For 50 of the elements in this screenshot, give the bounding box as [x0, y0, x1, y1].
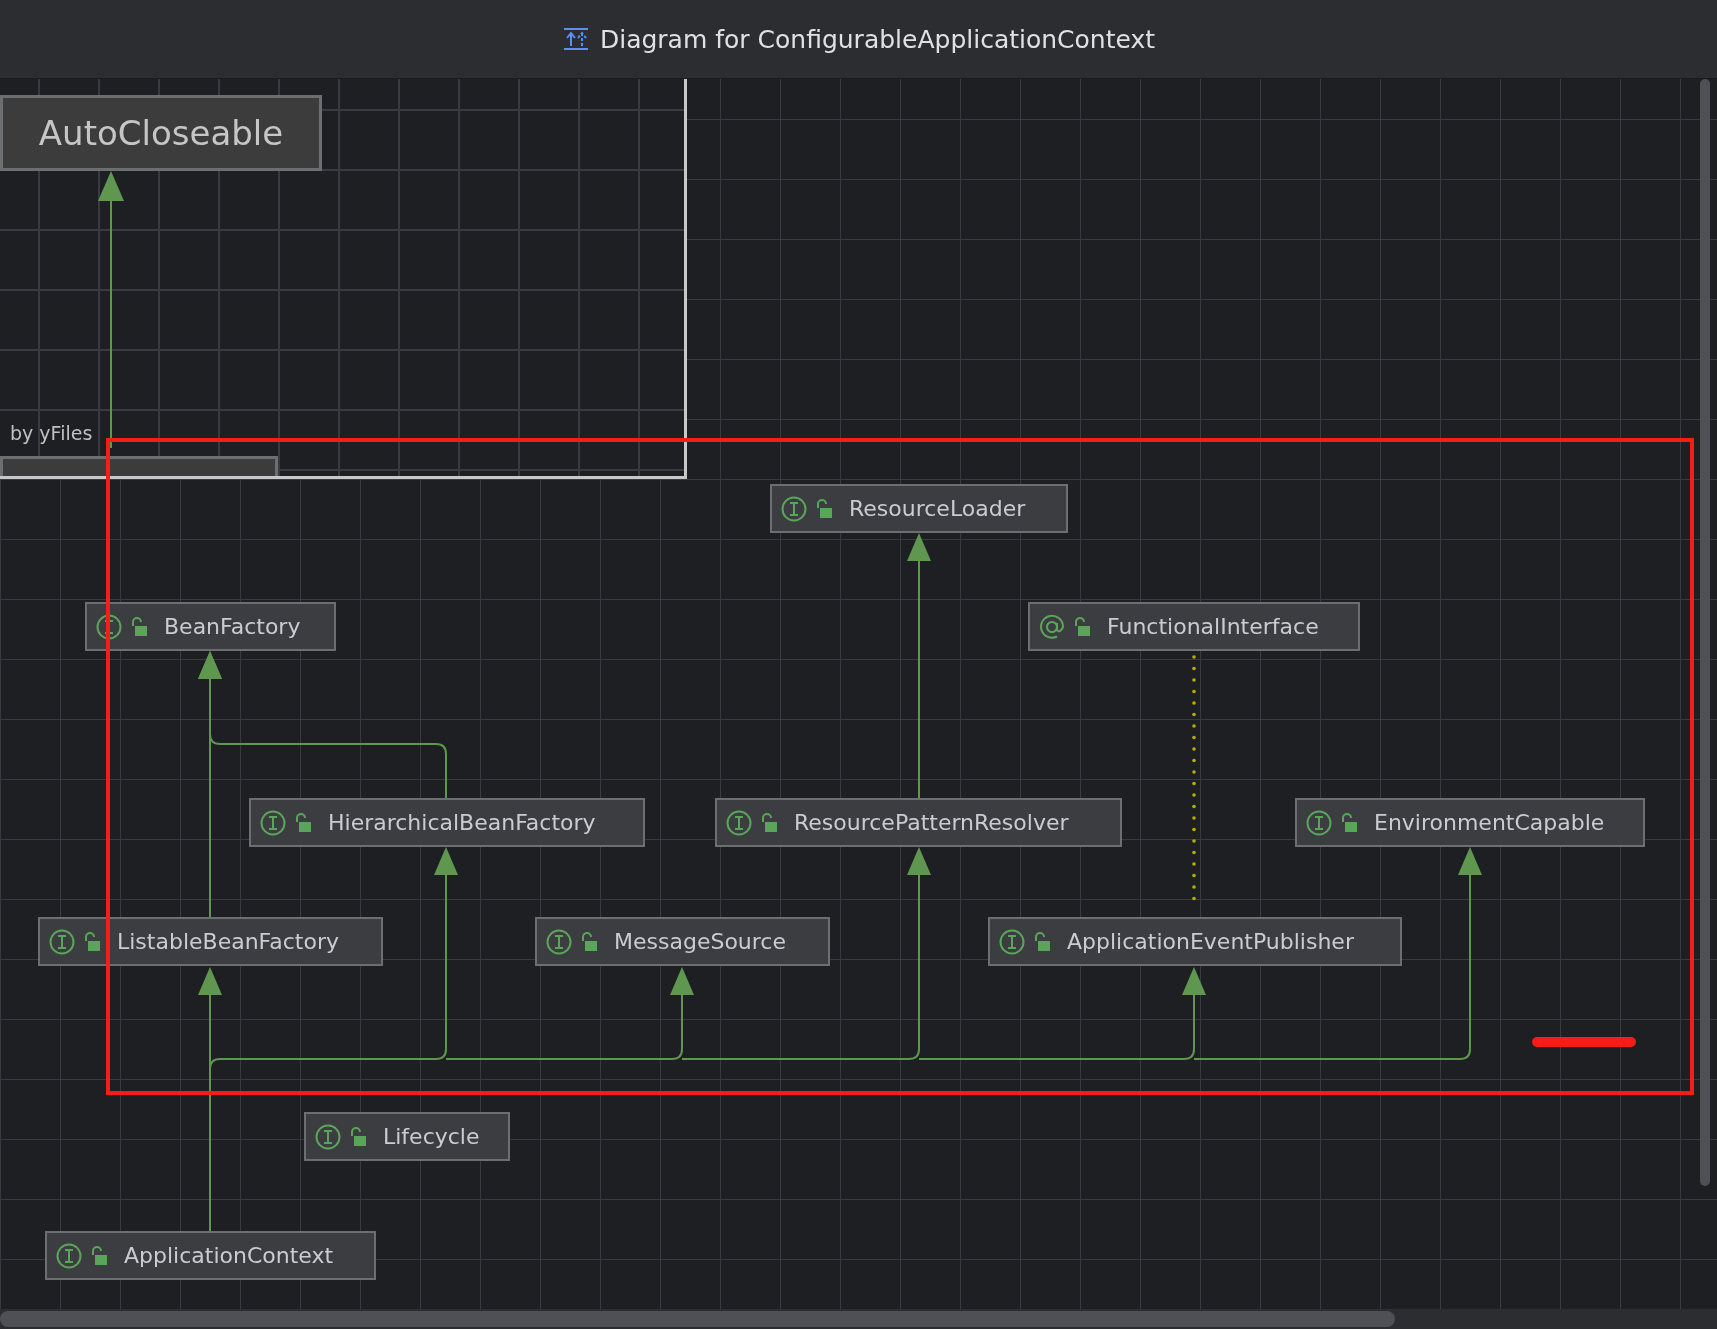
window-title: Diagram for ConfigurableApplicationContext [599, 24, 1156, 54]
lock-icon [1340, 812, 1358, 833]
scrollbar[interactable] [0, 1311, 1395, 1327]
interface-icon [96, 613, 122, 640]
lock-icon [815, 498, 833, 519]
class-node[interactable]: ListableBeanFactory [38, 917, 383, 966]
lock-icon [580, 931, 598, 952]
class-node[interactable]: ResourcePatternResolver [715, 798, 1122, 847]
class-node[interactable]: ApplicationEventPublisher [988, 917, 1402, 966]
class-node[interactable]: FunctionalInterface [1028, 602, 1360, 651]
interface-icon [49, 928, 75, 955]
interface-icon [1306, 809, 1332, 836]
class-name: ResourceLoader [849, 496, 1026, 521]
lock-icon [83, 931, 101, 952]
lock-icon [1033, 931, 1051, 952]
credit-text: by yFiles [10, 422, 93, 444]
lock-icon [294, 812, 312, 833]
scrollbar[interactable] [1700, 79, 1710, 1186]
interface-icon [781, 495, 807, 522]
class-name: MessageSource [614, 929, 786, 954]
interface-icon [999, 928, 1025, 955]
lock-icon [90, 1245, 108, 1266]
interface-icon [315, 1123, 341, 1150]
class-name: BeanFactory [164, 614, 301, 639]
class-node[interactable]: ApplicationContext [45, 1231, 376, 1280]
class-node[interactable]: AutoCloseable [0, 95, 322, 171]
class-name: ApplicationEventPublisher [1067, 929, 1354, 954]
interface-icon [56, 1242, 82, 1269]
lock-icon [1073, 616, 1091, 637]
class-name: EnvironmentCapable [1374, 810, 1605, 835]
lock-icon [760, 812, 778, 833]
class-node[interactable]: ResourceLoader [770, 484, 1068, 533]
class-name: FunctionalInterface [1107, 614, 1319, 639]
lock-icon [130, 616, 148, 637]
class-name: ApplicationContext [124, 1243, 334, 1268]
diagram-icon [561, 27, 590, 51]
class-node[interactable]: Lifecycle [304, 1112, 510, 1161]
class-name: HierarchicalBeanFactory [328, 810, 596, 835]
class-name: ResourcePatternResolver [794, 810, 1069, 835]
interface-icon [726, 809, 752, 836]
lock-icon [349, 1126, 367, 1147]
interface-icon [546, 928, 572, 955]
class-name: Lifecycle [383, 1124, 480, 1149]
class-node[interactable]: BeanFactory [85, 602, 336, 651]
annotation-icon [1039, 613, 1065, 640]
class-node[interactable]: HierarchicalBeanFactory [249, 798, 645, 847]
class-node[interactable]: MessageSource [535, 917, 830, 966]
class-node[interactable]: EnvironmentCapable [1295, 798, 1645, 847]
interface-icon [260, 809, 286, 836]
class-name: ListableBeanFactory [117, 929, 339, 954]
